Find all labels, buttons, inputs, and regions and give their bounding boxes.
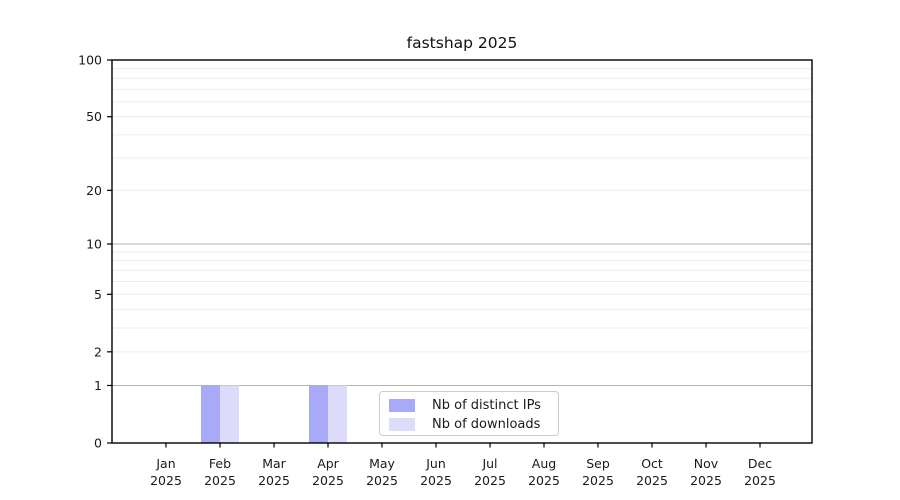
x-tick-label-month: Feb: [209, 456, 231, 471]
y-tick-label: 10: [86, 237, 102, 252]
x-tick-label-month: Jan: [155, 456, 175, 471]
bar-distinct-ips-feb: [201, 385, 220, 443]
x-tick-label-month: Mar: [262, 456, 286, 471]
legend-label-downloads: Nb of downloads: [432, 417, 540, 432]
x-tick-label-year: 2025: [636, 473, 668, 488]
x-tick-label-year: 2025: [582, 473, 614, 488]
legend-swatch-distinct-ips-icon: [389, 399, 415, 412]
x-tick-label-year: 2025: [528, 473, 560, 488]
x-tick-label-month: Oct: [641, 456, 663, 471]
x-tick-label-year: 2025: [150, 473, 182, 488]
y-tick-label: 1: [94, 378, 102, 393]
x-tick-label-month: Aug: [532, 456, 556, 471]
x-tick-label-year: 2025: [312, 473, 344, 488]
y-tick-label: 2: [94, 344, 102, 359]
legend-swatch-downloads-icon: [389, 418, 415, 431]
chart-canvas: fastshap 2025 0125102050100Jan2025Feb202…: [0, 0, 900, 500]
x-tick-label-month: Sep: [586, 456, 610, 471]
x-tick-label-month: Jun: [425, 456, 446, 471]
y-tick-label: 100: [78, 53, 102, 68]
x-tick-label-month: Jul: [481, 456, 497, 471]
x-tick-label-month: Apr: [317, 456, 339, 471]
x-tick-label-month: Dec: [748, 456, 772, 471]
x-tick-label-month: May: [369, 456, 395, 471]
x-tick-label-year: 2025: [744, 473, 776, 488]
x-tick-label-year: 2025: [204, 473, 236, 488]
legend-item-distinct-ips: Nb of distinct IPs: [389, 396, 558, 414]
y-tick-label: 50: [86, 109, 102, 124]
y-tick-label: 5: [94, 287, 102, 302]
x-tick-label-year: 2025: [690, 473, 722, 488]
x-tick-label-month: Nov: [694, 456, 719, 471]
legend-item-downloads: Nb of downloads: [389, 415, 558, 433]
y-tick-label: 20: [86, 183, 102, 198]
bar-downloads-apr: [328, 385, 347, 443]
x-tick-label-year: 2025: [258, 473, 290, 488]
bar-downloads-feb: [220, 385, 239, 443]
legend-label-distinct-ips: Nb of distinct IPs: [432, 398, 541, 413]
x-tick-label-year: 2025: [366, 473, 398, 488]
x-tick-label-year: 2025: [420, 473, 452, 488]
legend: Nb of distinct IPs Nb of downloads: [379, 391, 559, 436]
bar-distinct-ips-apr: [309, 385, 328, 443]
y-tick-label: 0: [94, 436, 102, 451]
x-tick-label-year: 2025: [474, 473, 506, 488]
